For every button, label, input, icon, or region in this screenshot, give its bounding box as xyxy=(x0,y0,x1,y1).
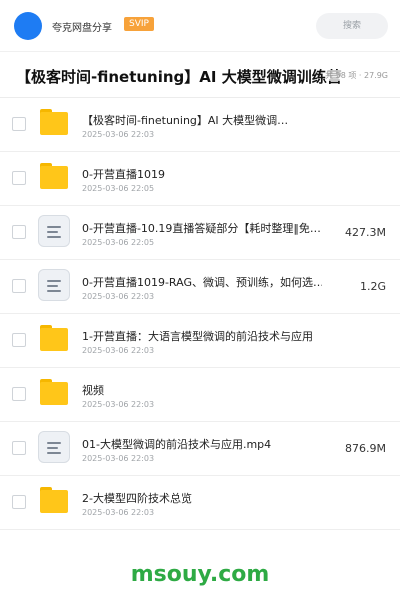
item-date: 2025-03-06 22:03 xyxy=(82,130,155,139)
item-name: 0-开营直播-10.19直播答疑部分【耗时整理‖免… xyxy=(82,222,321,235)
share-page: 夸克网盘分享 SVIP 搜索 【极客时间-finetuning】AI 大模型微调… xyxy=(0,0,400,600)
file-list: 【极客时间-finetuning】AI 大模型微调… 2025-03-06 22:… xyxy=(0,98,400,530)
folder-meta: 共 58 项 · 27.9G xyxy=(325,70,388,81)
item-size: 876.9M xyxy=(345,442,386,455)
watermark: msouy.com xyxy=(130,562,270,587)
list-item[interactable]: 0-开营直播1019-RAG、微调、预训练，如何选… 2025-03-06 22:… xyxy=(0,260,400,314)
item-name: 0-开营直播1019-RAG、微调、预训练，如何选… xyxy=(82,276,322,289)
item-name: 1-开营直播：大语言模型微调的前沿技术与应用 xyxy=(82,330,313,343)
file-icon xyxy=(38,431,70,463)
item-date: 2025-03-06 22:03 xyxy=(82,400,155,409)
select-checkbox[interactable] xyxy=(12,225,26,239)
avatar[interactable] xyxy=(14,12,42,40)
item-date: 2025-03-06 22:05 xyxy=(82,184,155,193)
list-item[interactable]: 0-开营直播1019 2025-03-06 22:05 xyxy=(0,152,400,206)
app-name: 夸克网盘分享 xyxy=(52,23,112,34)
list-item[interactable]: 视频 2025-03-06 22:03 xyxy=(0,368,400,422)
list-item[interactable]: 【极客时间-finetuning】AI 大模型微调… 2025-03-06 22:… xyxy=(0,98,400,152)
item-date: 2025-03-06 22:03 xyxy=(82,292,155,301)
item-name: 0-开营直播1019 xyxy=(82,168,165,181)
item-date: 2025-03-06 22:03 xyxy=(82,346,155,355)
folder-header: 【极客时间-finetuning】AI 大模型微调训练营 共 58 项 · 27… xyxy=(0,52,400,98)
folder-title: 【极客时间-finetuning】AI 大模型微调训练营 xyxy=(16,68,342,86)
select-checkbox[interactable] xyxy=(12,495,26,509)
item-name: 视频 xyxy=(82,384,104,397)
item-name: 【极客时间-finetuning】AI 大模型微调… xyxy=(82,114,289,127)
folder-icon xyxy=(40,379,68,405)
select-checkbox[interactable] xyxy=(12,387,26,401)
file-icon xyxy=(38,269,70,301)
item-date: 2025-03-06 22:03 xyxy=(82,454,155,463)
search-button[interactable]: 搜索 xyxy=(316,13,388,39)
select-checkbox[interactable] xyxy=(12,171,26,185)
folder-icon xyxy=(40,163,68,189)
item-date: 2025-03-06 22:03 xyxy=(82,508,155,517)
select-checkbox[interactable] xyxy=(12,333,26,347)
select-checkbox[interactable] xyxy=(12,279,26,293)
item-name: 01-大模型微调的前沿技术与应用.mp4 xyxy=(82,438,272,451)
file-icon xyxy=(38,215,70,247)
list-item[interactable]: 2-大模型四阶技术总览 2025-03-06 22:03 xyxy=(0,476,400,530)
header: 夸克网盘分享 SVIP 搜索 xyxy=(0,0,400,52)
list-item[interactable]: 0-开营直播-10.19直播答疑部分【耗时整理‖免… 2025-03-06 22:… xyxy=(0,206,400,260)
svip-badge: SVIP xyxy=(124,17,154,31)
folder-icon xyxy=(40,487,68,513)
folder-icon xyxy=(40,325,68,351)
item-size: 427.3M xyxy=(345,226,386,239)
list-item[interactable]: 01-大模型微调的前沿技术与应用.mp4 2025-03-06 22:03 876.… xyxy=(0,422,400,476)
item-size: 1.2G xyxy=(359,280,386,293)
folder-icon xyxy=(40,109,68,135)
item-date: 2025-03-06 22:05 xyxy=(82,238,155,247)
select-checkbox[interactable] xyxy=(12,117,26,131)
item-name: 2-大模型四阶技术总览 xyxy=(82,492,192,505)
select-checkbox[interactable] xyxy=(12,441,26,455)
list-item[interactable]: 1-开营直播：大语言模型微调的前沿技术与应用 2025-03-06 22:03 xyxy=(0,314,400,368)
